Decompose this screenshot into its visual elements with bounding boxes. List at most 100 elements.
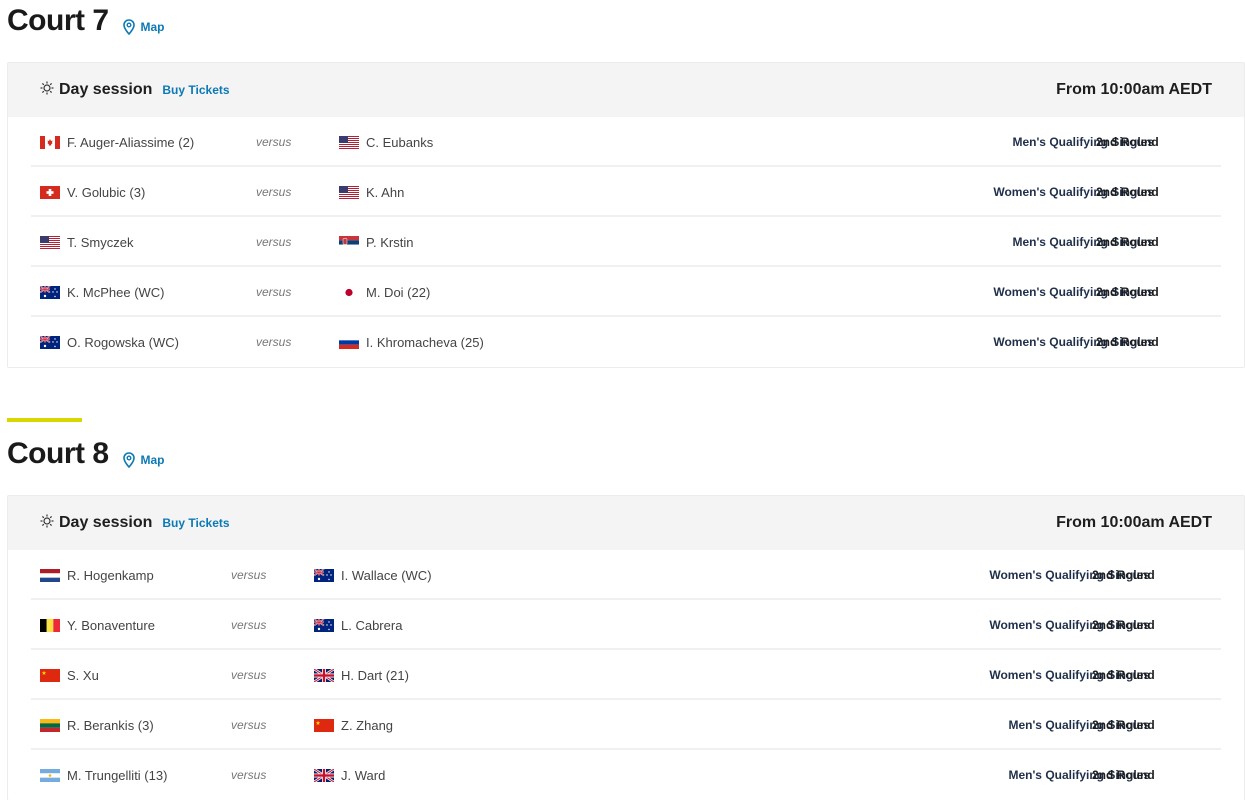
round-label: 2nd Round (1092, 618, 1155, 632)
player-two[interactable]: P. Krstin (339, 217, 413, 267)
versus-label: versus (256, 185, 292, 199)
versus-label: versus (256, 285, 292, 299)
country-flag-icon (314, 618, 334, 632)
country-flag-icon (339, 285, 359, 299)
map-pin-icon (122, 452, 135, 468)
match-list: F. Auger-Aliassime (2) versus C. Eubanks Me… (8, 117, 1244, 367)
player-name: S. Xu (67, 667, 99, 683)
session-time: From 10:00am AEDT (1056, 81, 1212, 98)
versus-label: versus (256, 235, 292, 249)
match-row[interactable]: Y. Bonaventure versus L. Cabrera Women's Qu… (31, 600, 1221, 650)
court-title: Court 7 (7, 4, 109, 37)
player-name: I. Khromacheva (25) (366, 334, 484, 350)
player-name: C. Eubanks (366, 134, 434, 150)
player-two[interactable]: I. Wallace (WC) (314, 550, 432, 600)
country-flag-icon (40, 718, 60, 732)
round-label: 2nd Round (1096, 235, 1159, 249)
player-one[interactable]: M. Trungelliti (13) (40, 750, 167, 800)
country-flag-icon (40, 335, 60, 349)
session-header: Day session Buy Tickets From 10:00am AED… (8, 496, 1244, 550)
player-name: O. Rogowska (WC) (67, 334, 179, 350)
session-name: Day session (59, 514, 153, 531)
player-two[interactable]: I. Khromacheva (25) (339, 317, 484, 367)
player-two[interactable]: L. Cabrera (314, 600, 402, 650)
player-name: V. Golubic (3) (67, 184, 146, 200)
match-row[interactable]: O. Rogowska (WC) versus I. Khromacheva (25… (31, 317, 1221, 367)
country-flag-icon (40, 285, 60, 299)
country-flag-icon (314, 668, 334, 682)
player-one[interactable]: K. McPhee (WC) (40, 267, 165, 317)
player-one[interactable]: Y. Bonaventure (40, 600, 155, 650)
session-card: Day session Buy Tickets From 10:00am AED… (7, 495, 1245, 800)
country-flag-icon (314, 718, 334, 732)
round-label: 2nd Round (1092, 568, 1155, 582)
player-one[interactable]: O. Rogowska (WC) (40, 317, 179, 367)
player-name: R. Hogenkamp (67, 567, 154, 583)
map-pin-icon (122, 19, 135, 35)
player-name: T. Smyczek (67, 234, 134, 250)
country-flag-icon (339, 235, 359, 249)
player-two[interactable]: C. Eubanks (339, 117, 433, 167)
round-label: 2nd Round (1092, 768, 1155, 782)
session-time: From 10:00am AEDT (1056, 514, 1212, 531)
match-row[interactable]: F. Auger-Aliassime (2) versus C. Eubanks Me… (31, 117, 1221, 167)
session-header: Day session Buy Tickets From 10:00am AED… (8, 63, 1244, 117)
map-label: Map (140, 20, 165, 34)
player-name: P. Krstin (366, 234, 414, 250)
buy-tickets-link[interactable]: Buy Tickets (162, 83, 229, 97)
match-row[interactable]: S. Xu versus H. Dart (21) Women's Qualifyin… (31, 650, 1221, 700)
match-row[interactable]: R. Berankis (3) versus Z. Zhang Men's Quali… (31, 700, 1221, 750)
versus-label: versus (231, 768, 267, 782)
player-name: L. Cabrera (341, 617, 403, 633)
match-row[interactable]: V. Golubic (3) versus K. Ahn Women's Qualif… (31, 167, 1221, 217)
player-two[interactable]: M. Doi (22) (339, 267, 430, 317)
round-label: 2nd Round (1096, 185, 1159, 199)
player-name: K. Ahn (366, 184, 405, 200)
country-flag-icon (339, 185, 359, 199)
country-flag-icon (40, 668, 60, 682)
round-label: 2nd Round (1092, 668, 1155, 682)
round-label: 2nd Round (1096, 285, 1159, 299)
country-flag-icon (40, 768, 60, 782)
country-flag-icon (40, 568, 60, 582)
player-name: I. Wallace (WC) (341, 567, 432, 583)
map-link[interactable]: Map (122, 19, 165, 35)
court-8-header: Court 8 Map (7, 439, 165, 469)
player-one[interactable]: F. Auger-Aliassime (2) (40, 117, 194, 167)
player-name: F. Auger-Aliassime (2) (67, 134, 195, 150)
player-two[interactable]: J. Ward (314, 750, 385, 800)
court-title: Court 8 (7, 437, 109, 470)
player-name: K. McPhee (WC) (67, 284, 165, 300)
player-two[interactable]: H. Dart (21) (314, 650, 409, 700)
country-flag-icon (314, 768, 334, 782)
session-card: Day session Buy Tickets From 10:00am AED… (7, 62, 1245, 368)
map-link[interactable]: Map (122, 452, 165, 468)
country-flag-icon (314, 568, 334, 582)
match-list: R. Hogenkamp versus I. Wallace (WC) Women's… (8, 550, 1244, 800)
country-flag-icon (40, 235, 60, 249)
buy-tickets-link[interactable]: Buy Tickets (162, 516, 229, 530)
player-name: R. Berankis (3) (67, 717, 154, 733)
round-label: 2nd Round (1096, 135, 1159, 149)
player-one[interactable]: V. Golubic (3) (40, 167, 145, 217)
player-one[interactable]: S. Xu (40, 650, 99, 700)
match-row[interactable]: K. McPhee (WC) versus M. Doi (22) Women's Q… (31, 267, 1221, 317)
map-label: Map (140, 453, 165, 467)
match-row[interactable]: T. Smyczek versus P. Krstin Men's Qualifyin… (31, 217, 1221, 267)
player-two[interactable]: Z. Zhang (314, 700, 393, 750)
versus-label: versus (256, 335, 292, 349)
session-name: Day session (59, 81, 153, 98)
match-row[interactable]: R. Hogenkamp versus I. Wallace (WC) Women's… (31, 550, 1221, 600)
round-label: 2nd Round (1096, 335, 1159, 349)
sun-icon (40, 81, 54, 100)
player-name: H. Dart (21) (341, 667, 409, 683)
court-7-header: Court 7 Map (7, 6, 165, 36)
versus-label: versus (231, 568, 267, 582)
player-one[interactable]: T. Smyczek (40, 217, 133, 267)
player-one[interactable]: R. Hogenkamp (40, 550, 154, 600)
sun-icon (40, 514, 54, 533)
round-label: 2nd Round (1092, 718, 1155, 732)
player-one[interactable]: R. Berankis (3) (40, 700, 154, 750)
player-two[interactable]: K. Ahn (339, 167, 404, 217)
match-row[interactable]: M. Trungelliti (13) versus J. Ward Men's Qu… (31, 750, 1221, 800)
